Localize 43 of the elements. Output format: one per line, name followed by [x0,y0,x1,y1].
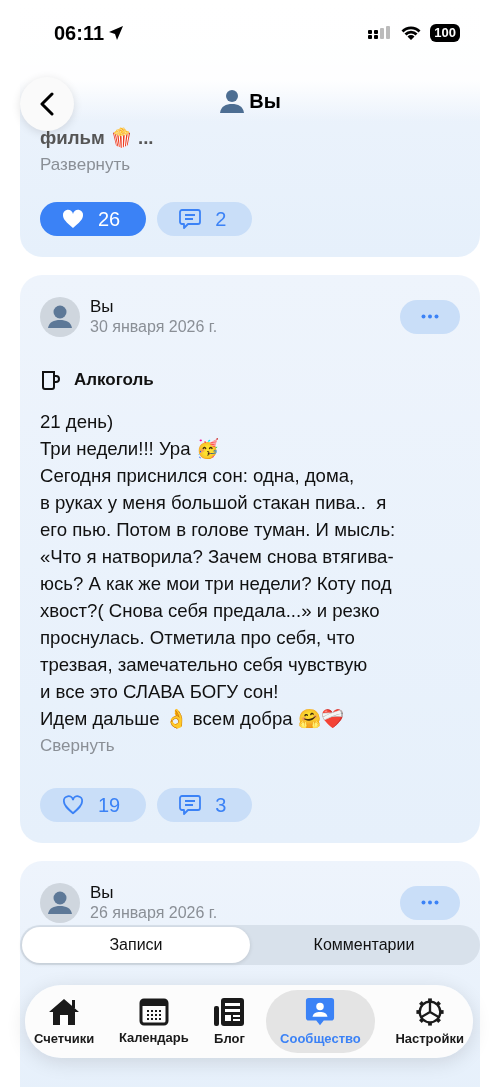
newspaper-icon [213,997,246,1027]
segment-tab[interactable]: Комментарии [250,927,478,963]
avatar-icon [40,296,80,337]
battery-indicator: 100 [430,24,460,42]
post-date: 26 января 2026 г. [90,903,219,923]
ellipsis-icon [421,900,439,905]
author-name: Вы [90,882,115,903]
author-name: Вы [90,296,115,317]
tab-bar-item[interactable]: Сообщество [266,990,375,1053]
comments-button[interactable]: 2 [157,202,253,236]
wifi-icon [400,25,423,41]
tab-bar-item[interactable]: Счетчики [30,990,99,1053]
person-icon [219,88,246,114]
expand-link[interactable]: Развернуть [40,151,460,178]
post-text: 21 день) Три недели!!! Ура 🥳 Сегодня приснился сон: одна, дома, в руках у меня большой стакан пива.. я его пью. Потом в голове туман. И мысль: «Что я натворила? Зачем снова втягива- юсь? А как же мои три недели? Коту под хвост?( Снова себя предала...» и резко проснулась. Отметила про себя, что трезвая, замечательно себя чувствую и все это СЛАВА БОГУ сон! Идем дальше 👌 всем добра 🤗❤‍🩹 [40,410,397,731]
signal-icon [368,26,393,40]
like-button[interactable]: 26 [40,202,147,236]
heart-icon [62,795,84,815]
heart-icon [62,209,84,229]
comment-icon [179,794,202,816]
avatar-icon [40,882,80,923]
tab-bar-item[interactable]: Настройки [391,990,468,1053]
tab-bar-item[interactable]: Блог [209,990,250,1053]
person-bubble-icon [304,997,337,1027]
category-label: Алкоголь [74,370,154,390]
like-button[interactable]: 19 [40,788,147,822]
chevron-left-icon [40,92,54,116]
mug-icon [40,369,62,391]
collapse-link[interactable]: Свернуть [40,732,460,759]
tab-bar-item[interactable]: Календарь [114,990,193,1053]
screen-title: Вы [249,89,281,113]
comments-button[interactable]: 3 [157,788,253,822]
comment-icon [179,208,202,230]
clock-time: 06:11 [54,21,105,45]
post-date: 30 января 2026 г. [90,317,219,337]
segment-tab[interactable]: Записи [22,927,250,963]
settings-icon [413,997,446,1027]
more-button[interactable] [400,299,460,334]
more-button[interactable] [400,885,460,920]
post-text: фильм 🍿 ... [40,126,155,150]
location-arrow-icon [108,25,125,41]
calendar-icon [138,998,169,1026]
ellipsis-icon [421,314,439,319]
